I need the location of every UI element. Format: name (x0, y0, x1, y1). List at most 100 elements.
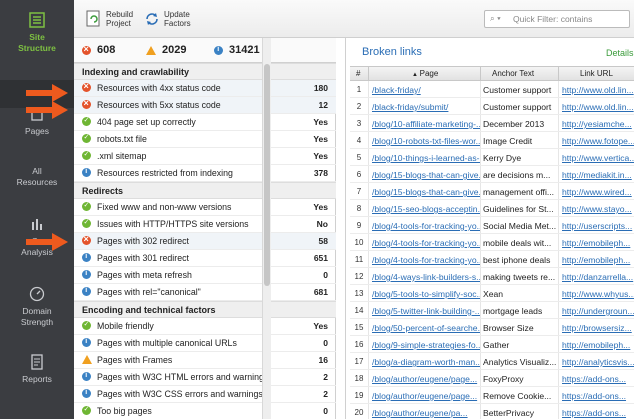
section-header[interactable]: Indexing and crawlability (74, 63, 336, 80)
link-url[interactable]: http://www.whyus... (562, 289, 634, 299)
factor-row[interactable]: 404 page set up correctly Yes (74, 114, 336, 131)
details-link[interactable]: Details (606, 48, 634, 58)
factor-row[interactable]: Pages with multiple canonical URLs 0 (74, 335, 336, 352)
factor-row[interactable]: Resources with 5xx status code 12 (74, 97, 336, 114)
link-url[interactable]: http://www.fotope... (562, 136, 634, 146)
col-anchor-text[interactable]: Anchor Text (492, 69, 534, 78)
page-link[interactable]: /blog/5-tools-to-simplify-soc... (372, 289, 480, 299)
table-row[interactable]: 17/blog/a-diagram-worth-man... Analytics … (350, 353, 634, 370)
link-url[interactable]: http://www.wired... (562, 187, 634, 197)
page-link[interactable]: /blog/15-seo-blogs-acceptin... (372, 204, 480, 214)
factor-row[interactable]: Issues with HTTP/HTTPS site versions No (74, 216, 336, 233)
error-count[interactable]: 608 (82, 44, 115, 56)
link-url[interactable]: http://www.old.lin... (562, 102, 634, 112)
link-url[interactable]: http://www.old.lin... (562, 85, 634, 95)
col-link-url[interactable]: Link URL (580, 69, 613, 78)
section-header[interactable]: Redirects (74, 182, 336, 199)
link-url[interactable]: http://emobileph... (562, 238, 634, 248)
table-row[interactable]: 2/black-friday/submit/Customer support ht… (350, 98, 634, 115)
page-link[interactable]: /blog/4-ways-link-builders-s... (372, 272, 480, 282)
table-row[interactable]: 11/blog/4-tools-for-tracking-yo... best i… (350, 251, 634, 268)
table-row[interactable]: 16/blog/9-simple-strategies-fo... Gather h… (350, 336, 634, 353)
table-row[interactable]: 6/blog/15-blogs-that-can-give... are deci… (350, 166, 634, 183)
factor-row[interactable]: Pages with 302 redirect 58 (74, 233, 336, 250)
link-url[interactable]: http://mediakit.in... (562, 170, 634, 180)
table-row[interactable]: 3/blog/10-affiliate-marketing-... Decembe… (350, 115, 634, 132)
factor-row[interactable]: Pages with 301 redirect 651 (74, 250, 336, 267)
link-url[interactable]: https://add-ons... (562, 391, 634, 401)
scrollbar-thumb[interactable] (264, 64, 270, 286)
rebuild-project-button[interactable]: Rebuild Project (86, 6, 133, 32)
page-link[interactable]: /blog/author/eugene/page... (372, 374, 480, 384)
factor-row[interactable]: Too big pages 0 (74, 403, 336, 419)
factors-scrollbar[interactable] (262, 38, 271, 419)
nav-site-structure[interactable]: Site Structure (0, 12, 74, 54)
info-count[interactable]: 31421 (214, 44, 260, 56)
page-link[interactable]: /blog/50-percent-of-searche... (372, 323, 480, 333)
table-row[interactable]: 14/blog/5-twitter-link-building-... mortg… (350, 302, 634, 319)
page-link[interactable]: /blog/author/eugene/page... (372, 391, 480, 401)
factor-row[interactable]: Mobile friendly Yes (74, 318, 336, 335)
factor-row[interactable]: Pages with rel="canonical" 681 (74, 284, 336, 301)
page-link[interactable]: /blog/4-tools-for-tracking-yo... (372, 238, 480, 248)
factor-row[interactable]: .xml sitemap Yes (74, 148, 336, 165)
link-url[interactable]: http://userscripts... (562, 221, 634, 231)
page-link[interactable]: /blog/10-robots-txt-files-wor... (372, 136, 480, 146)
link-url[interactable]: http://www.vertica... (562, 153, 634, 163)
link-url[interactable]: http://undergroun... (562, 306, 634, 316)
table-row[interactable]: 1/black-friday/Customer support http://ww… (350, 81, 634, 98)
factor-row[interactable]: Pages with W3C HTML errors and warnings 2 (74, 369, 336, 386)
link-url[interactable]: http://danzarrella... (562, 272, 634, 282)
col-number[interactable]: # (356, 69, 360, 78)
page-link[interactable]: /blog/4-tools-for-tracking-yo... (372, 221, 480, 231)
table-row[interactable]: 9/blog/4-tools-for-tracking-yo... Social … (350, 217, 634, 234)
table-row[interactable]: 5/blog/10-things-i-learned-as-... Kerry D… (350, 149, 634, 166)
page-link[interactable]: /blog/9-simple-strategies-fo... (372, 340, 480, 350)
table-row[interactable]: 13/blog/5-tools-to-simplify-soc... Xean ht… (350, 285, 634, 302)
factor-row[interactable]: Resources restricted from indexing 378 (74, 165, 336, 182)
section-header[interactable]: Encoding and technical factors (74, 301, 336, 318)
page-link[interactable]: /blog/author/eugene/pa... (372, 408, 480, 418)
table-row[interactable]: 8/blog/15-seo-blogs-acceptin... Guideline… (350, 200, 634, 217)
nav-domain-strength[interactable]: Domain Strength (0, 286, 74, 328)
link-url[interactable]: http://yesiamche... (562, 119, 634, 129)
page-link[interactable]: /blog/a-diagram-worth-man... (372, 357, 480, 367)
table-row[interactable]: 15/blog/50-percent-of-searche... Browser … (350, 319, 634, 336)
page-link[interactable]: /black-friday/ (372, 85, 480, 95)
quick-filter-input[interactable]: ⌕ ▾ Quick Filter: contains (484, 10, 630, 28)
table-row[interactable]: 10/blog/4-tools-for-tracking-yo... mobile… (350, 234, 634, 251)
table-row[interactable]: 4/blog/10-robots-txt-files-wor... Image C… (350, 132, 634, 149)
link-url[interactable]: http://emobileph... (562, 255, 634, 265)
page-link[interactable]: /blog/10-things-i-learned-as-... (372, 153, 480, 163)
nav-reports[interactable]: Reports (0, 354, 74, 385)
page-link[interactable]: /blog/4-tools-for-tracking-yo... (372, 255, 480, 265)
factor-row[interactable]: Resources with 4xx status code 180 (74, 80, 336, 97)
link-url[interactable]: http://browsersiz... (562, 323, 634, 333)
factor-row[interactable]: Pages with Frames 16 (74, 352, 336, 369)
page-link[interactable]: /black-friday/submit/ (372, 102, 480, 112)
factor-row[interactable]: Fixed www and non-www versions Yes (74, 199, 336, 216)
link-url[interactable]: http://emobileph... (562, 340, 634, 350)
page-link[interactable]: /blog/10-affiliate-marketing-... (372, 119, 480, 129)
link-url[interactable]: https://add-ons... (562, 408, 634, 418)
info-icon (214, 45, 223, 55)
page-link[interactable]: /blog/15-blogs-that-can-give... (372, 187, 480, 197)
error-icon (82, 98, 91, 109)
table-row[interactable]: 20/blog/author/eugene/pa... BetterPrivacy… (350, 404, 634, 419)
factor-row[interactable]: Pages with meta refresh 0 (74, 267, 336, 284)
link-url[interactable]: http://analyticsvis... (562, 357, 634, 367)
warning-count[interactable]: 2029 (146, 44, 186, 56)
link-url[interactable]: http://www.stayo... (562, 204, 634, 214)
link-url[interactable]: https://add-ons... (562, 374, 634, 384)
update-factors-button[interactable]: Update Factors (144, 6, 191, 32)
factor-row[interactable]: Pages with W3C CSS errors and warnings 2 (74, 386, 336, 403)
nav-all-resources[interactable]: All Resources (0, 166, 74, 188)
table-row[interactable]: 19/blog/author/eugene/page... Remove Cook… (350, 387, 634, 404)
page-link[interactable]: /blog/5-twitter-link-building-... (372, 306, 480, 316)
table-row[interactable]: 7/blog/15-blogs-that-can-give... manageme… (350, 183, 634, 200)
table-row[interactable]: 12/blog/4-ways-link-builders-s... making … (350, 268, 634, 285)
factor-row[interactable]: robots.txt file Yes (74, 131, 336, 148)
col-page[interactable]: ▲ Page (412, 69, 438, 78)
page-link[interactable]: /blog/15-blogs-that-can-give... (372, 170, 480, 180)
table-row[interactable]: 18/blog/author/eugene/page... FoxyProxy ht… (350, 370, 634, 387)
